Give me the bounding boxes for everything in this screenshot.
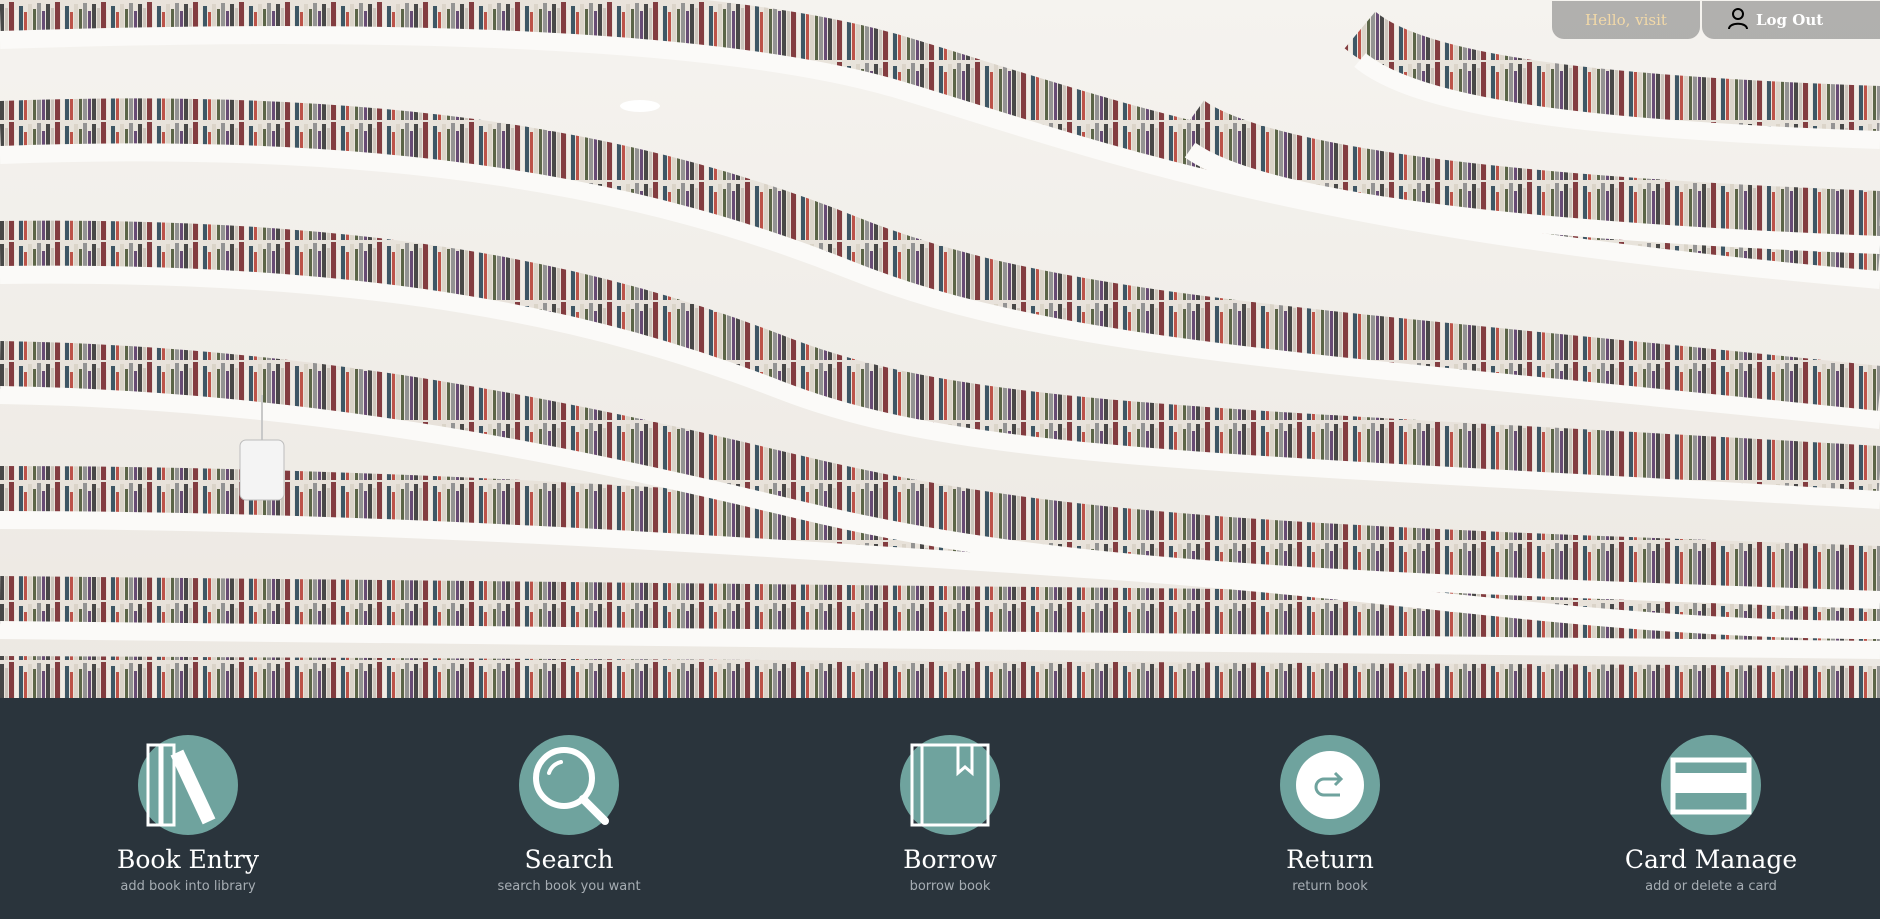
- feature-subtitle: add or delete a card: [1645, 879, 1777, 894]
- books-icon: [138, 735, 238, 835]
- feature-return[interactable]: Return return book: [1200, 735, 1460, 895]
- feature-subtitle: return book: [1292, 879, 1368, 894]
- greeting-text: Hello, visit: [1585, 11, 1667, 29]
- bookmarked-book-icon: [900, 735, 1000, 835]
- feature-title: Card Manage: [1624, 845, 1798, 874]
- hero-image: [0, 0, 1880, 698]
- greeting: Hello, visit: [1552, 1, 1700, 39]
- feature-title: Book Entry: [116, 845, 260, 874]
- feature-subtitle: borrow book: [909, 879, 991, 894]
- user-icon: [1726, 6, 1750, 34]
- feature-book-entry[interactable]: Book Entry add book into library: [58, 735, 318, 895]
- logout-button[interactable]: Log Out: [1702, 1, 1880, 39]
- feature-bar: Book Entry add book into library Search …: [0, 698, 1880, 919]
- feature-title: Borrow: [903, 845, 997, 874]
- feature-subtitle: add book into library: [120, 879, 256, 894]
- logout-label: Log Out: [1756, 11, 1824, 29]
- card-icon: [1661, 735, 1761, 835]
- return-arrow-icon: [1280, 735, 1380, 835]
- feature-borrow[interactable]: Borrow borrow book: [820, 735, 1080, 895]
- user-bar: Hello, visit Log Out: [1552, 0, 1880, 40]
- bookshelf-illustration: [0, 0, 1880, 698]
- feature-search[interactable]: Search search book you want: [439, 735, 699, 895]
- feature-title: Return: [1286, 845, 1374, 874]
- magnifier-icon: [519, 735, 619, 835]
- feature-card-manage[interactable]: Card Manage add or delete a card: [1581, 735, 1841, 895]
- feature-subtitle: search book you want: [497, 879, 641, 894]
- feature-title: Search: [524, 845, 614, 874]
